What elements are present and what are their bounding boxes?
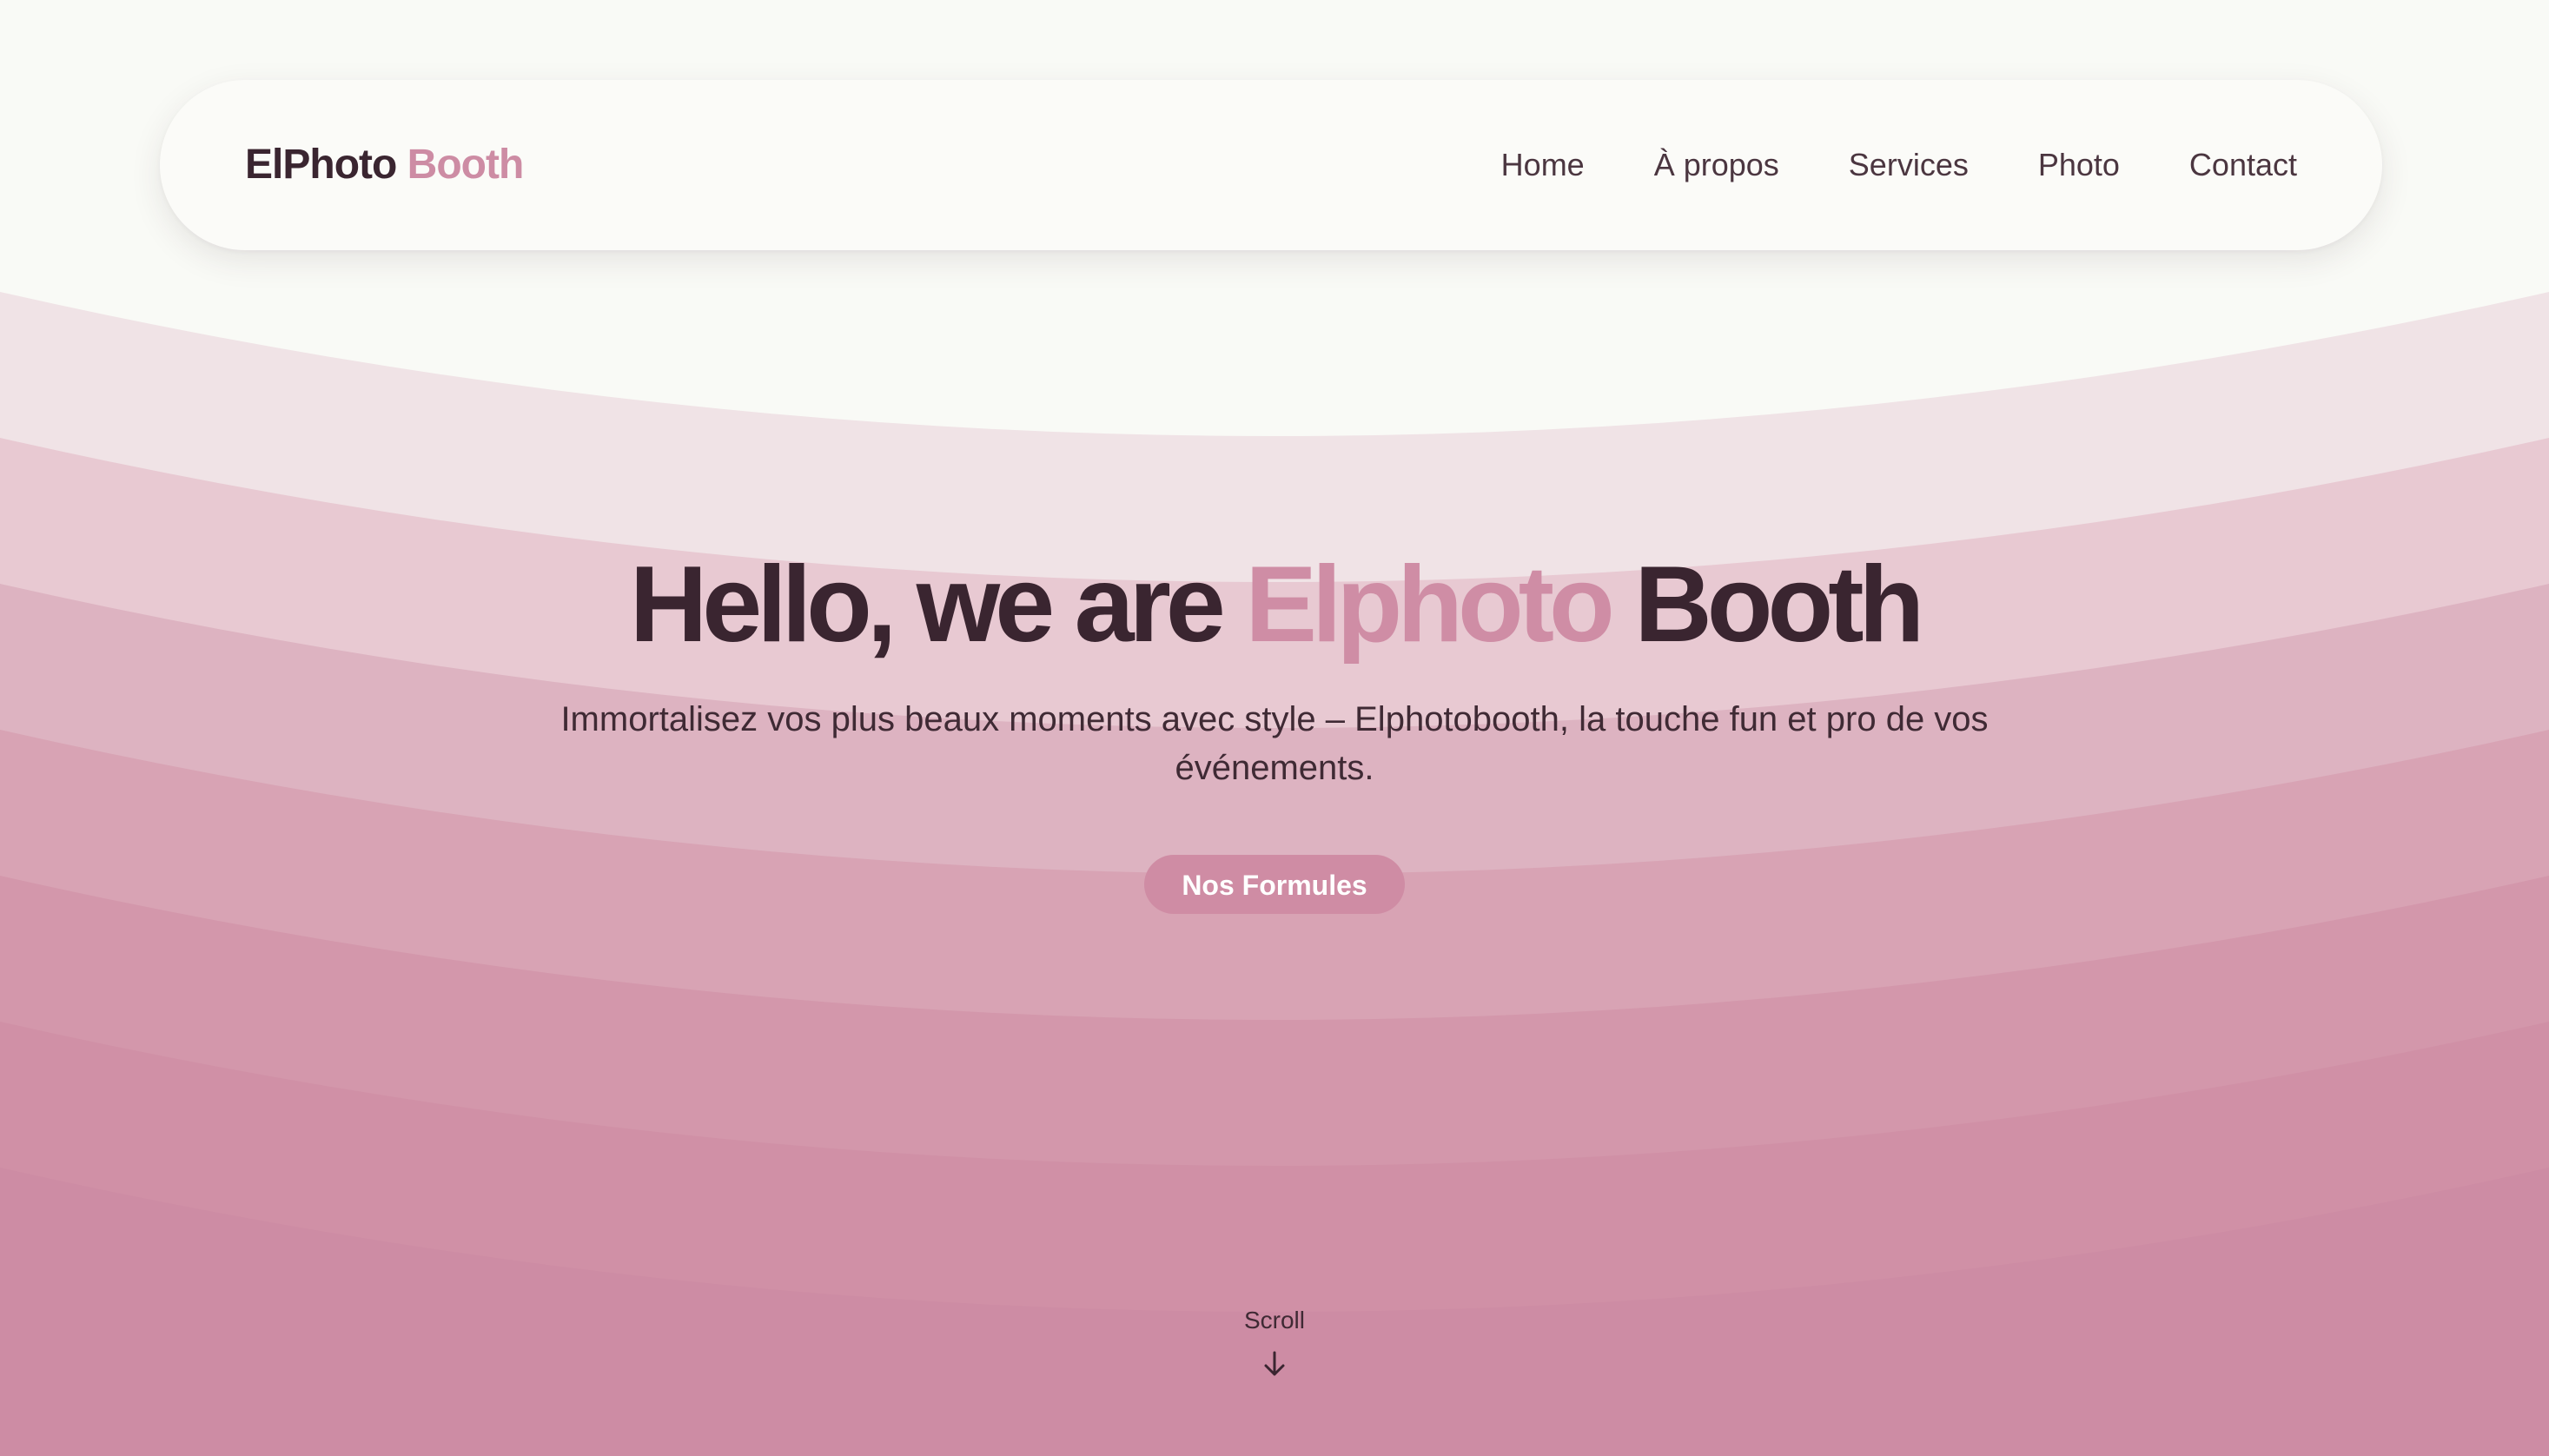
nos-formules-button[interactable]: Nos Formules	[1144, 855, 1405, 914]
brand-logo[interactable]: ElPhoto Booth	[245, 136, 525, 195]
brand-name-part2: Booth	[407, 142, 525, 188]
hero-title-part1: Hello, we are	[629, 545, 1226, 665]
scroll-label: Scroll	[1243, 1307, 1305, 1334]
hero-title-highlight: Elphoto	[1245, 545, 1614, 665]
brand-name-part1: ElPhoto	[245, 142, 397, 188]
arrow-down-icon	[1264, 1351, 1285, 1376]
hero-subtitle-line2: événements.	[1175, 749, 1374, 787]
nav-links: Home À propos Services Photo Contact	[1501, 80, 2297, 250]
page: ElPhoto Booth Home À propos Services Pho…	[0, 0, 2549, 1456]
nav-link-photo[interactable]: Photo	[2038, 147, 2120, 183]
hero-subtitle: Immortalisez vos plus beaux moments avec…	[0, 695, 2549, 792]
nav-link-contact[interactable]: Contact	[2189, 147, 2297, 183]
nav-link-about[interactable]: À propos	[1654, 147, 1779, 183]
hero-title-part2: Booth	[1634, 545, 1924, 665]
cta-container: Nos Formules	[0, 855, 2549, 914]
scroll-indicator[interactable]: Scroll	[1188, 1303, 1361, 1380]
hero-title: Hello, we are Elphoto Booth	[0, 544, 2549, 665]
hero-subtitle-line1: Immortalisez vos plus beaux moments avec…	[560, 700, 1989, 738]
nav-link-home[interactable]: Home	[1501, 147, 1585, 183]
navbar: ElPhoto Booth Home À propos Services Pho…	[160, 80, 2382, 250]
nav-link-services[interactable]: Services	[1849, 147, 1969, 183]
